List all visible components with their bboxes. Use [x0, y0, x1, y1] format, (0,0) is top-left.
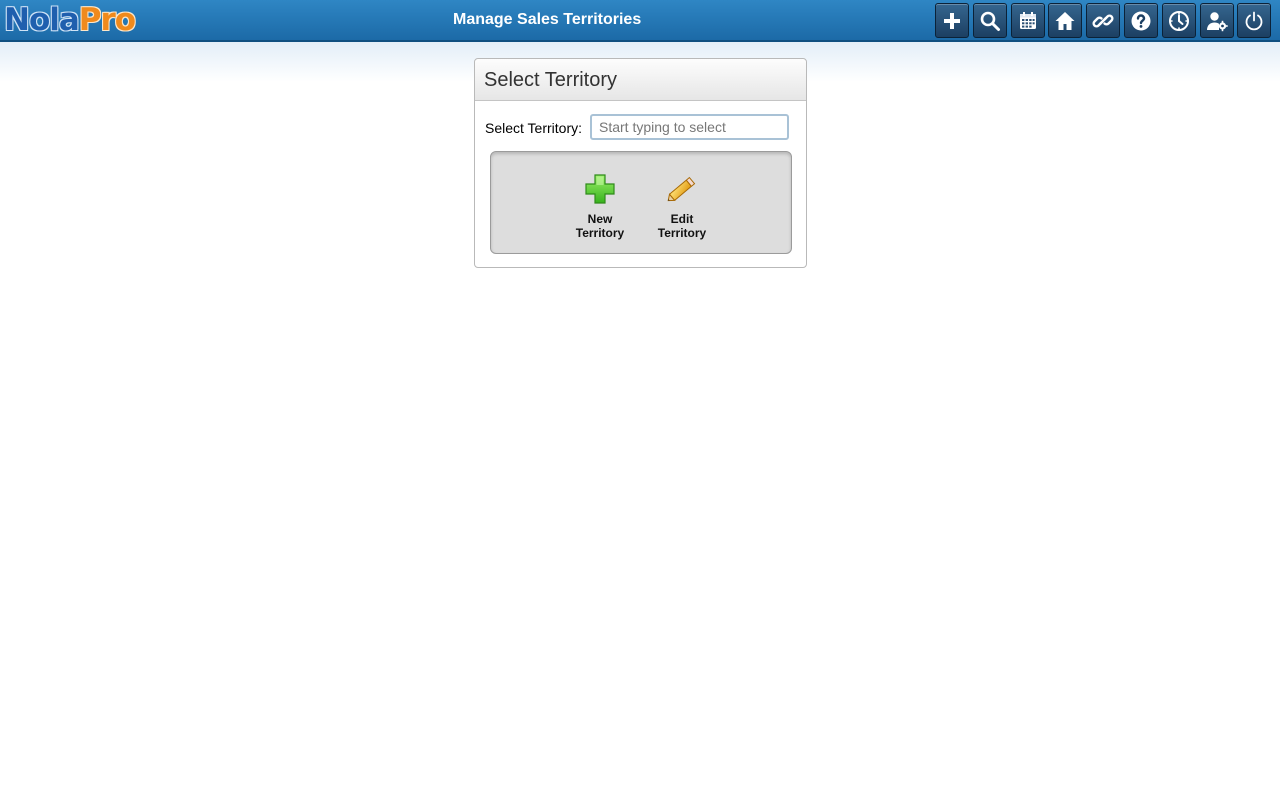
- territory-field-label: Select Territory:: [485, 120, 582, 136]
- user-settings-button[interactable]: [1199, 3, 1234, 38]
- search-button[interactable]: [972, 3, 1007, 38]
- panel-header: Select Territory: [475, 59, 806, 101]
- toolbar: [935, 3, 1275, 38]
- plus-icon: [944, 12, 960, 29]
- pencil-icon: [667, 176, 696, 202]
- links-button[interactable]: [1086, 3, 1121, 38]
- help-icon: [1131, 11, 1151, 30]
- page-title: Manage Sales Territories: [453, 11, 642, 28]
- action-box: New Territory Edit Territory: [490, 151, 792, 254]
- power-icon: [1246, 11, 1263, 30]
- nolapro-logo[interactable]: NolaPro: [4, 1, 136, 39]
- home-button[interactable]: [1048, 3, 1083, 38]
- new-territory-button[interactable]: New Territory: [565, 172, 635, 240]
- logo-text-pro: Pro: [78, 2, 136, 38]
- help-button[interactable]: [1123, 3, 1158, 38]
- home-icon: [1055, 11, 1075, 30]
- panel-title: Select Territory: [484, 69, 618, 91]
- link-icon: [1092, 13, 1114, 28]
- select-territory-panel: Select Territory Select Territory: NewTe…: [474, 58, 807, 268]
- calendar-button[interactable]: [1010, 3, 1045, 38]
- user-settings-icon: [1206, 11, 1228, 31]
- top-bar: NolaPro Manage Sales Territories: [0, 0, 1280, 42]
- territory-search-input[interactable]: [590, 114, 789, 140]
- edit-territory-label: Edit Territory: [657, 212, 707, 240]
- time-button[interactable]: [1161, 3, 1196, 38]
- edit-territory-button[interactable]: Edit Territory: [647, 172, 717, 240]
- calendar-icon: [1019, 11, 1036, 29]
- clock-icon: [1168, 10, 1189, 31]
- new-territory-label: New Territory: [575, 212, 625, 240]
- green-plus-icon: [585, 174, 615, 204]
- logo-text-nola: Nola: [4, 2, 80, 38]
- add-button[interactable]: [935, 3, 969, 38]
- search-icon: [980, 11, 1000, 31]
- logout-button[interactable]: [1237, 3, 1272, 38]
